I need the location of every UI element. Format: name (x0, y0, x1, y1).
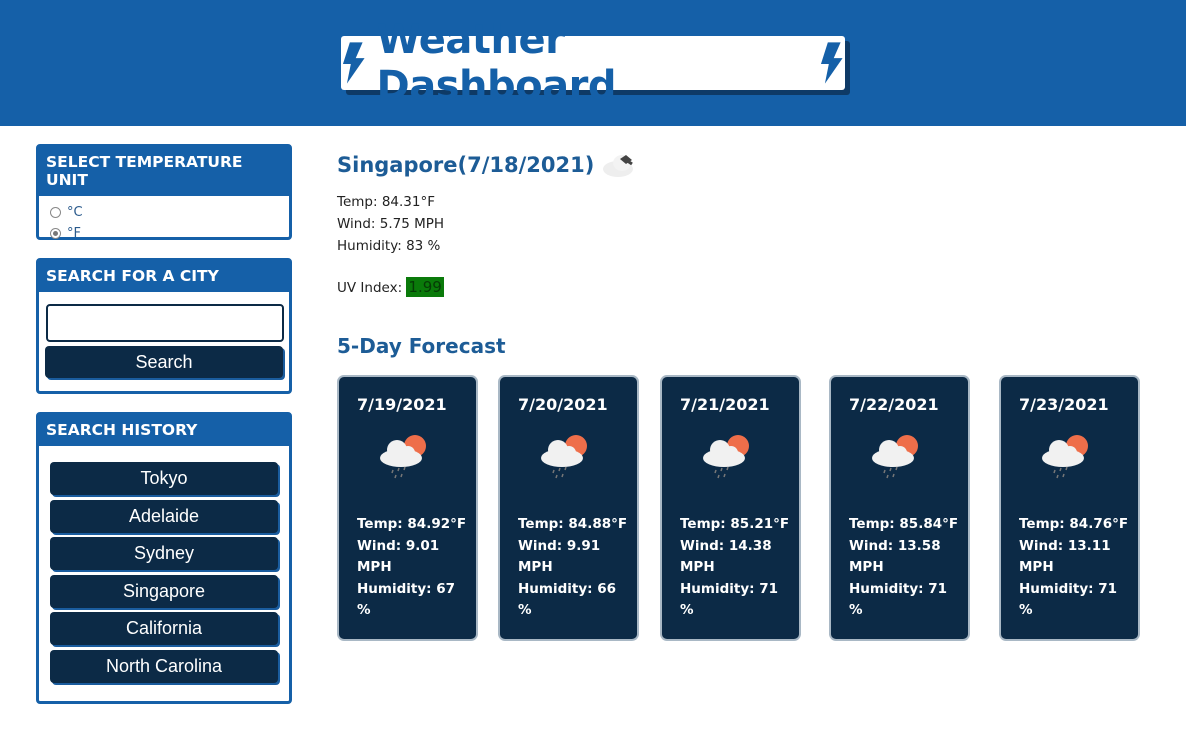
forecast-date: 7/19/2021 (357, 395, 447, 414)
forecast-date: 7/22/2021 (849, 395, 939, 414)
search-history-panel: SEARCH HISTORY Tokyo Adelaide Sydney Sin… (36, 412, 292, 704)
fahrenheit-radio[interactable] (50, 228, 61, 239)
rain-sun-cloud-icon (541, 435, 587, 479)
celsius-radio[interactable] (50, 207, 61, 218)
app-title-box: Weather Dashboard (341, 17, 845, 109)
temperature-unit-heading: SELECT TEMPERATURE UNIT (39, 147, 289, 196)
history-item-north-carolina[interactable]: North Carolina (50, 649, 278, 683)
forecast-card: 7/23/2021 Temp: 84.76°F Wind: 13.11 MPH … (999, 375, 1140, 641)
forecast-stats: Temp: 84.88°F Wind: 9.91 MPH Humidity: 6… (518, 514, 628, 622)
current-temp: Temp: 84.31°F (337, 194, 435, 210)
forecast-temp: Temp: 84.88°F (518, 516, 628, 532)
forecast-wind: Wind: 14.38 MPH (680, 537, 772, 576)
forecast-card: 7/20/2021 Temp: 84.88°F Wind: 9.91 MPH H… (498, 375, 639, 641)
forecast-stats: Temp: 84.76°F Wind: 13.11 MPH Humidity: … (1019, 514, 1129, 622)
search-panel: SEARCH FOR A CITY Search (36, 258, 292, 394)
forecast-stats: Temp: 85.21°F Wind: 14.38 MPH Humidity: … (680, 514, 790, 622)
celsius-label: °C (67, 205, 83, 220)
search-button[interactable]: Search (45, 346, 283, 378)
temperature-unit-panel: SELECT TEMPERATURE UNIT °C °F (36, 144, 292, 241)
current-humidity: Humidity: 83 % (337, 238, 441, 254)
forecast-stats: Temp: 84.92°F Wind: 9.01 MPH Humidity: 6… (357, 514, 467, 622)
rain-sun-cloud-icon (1042, 435, 1088, 479)
lightning-bolt-icon (821, 42, 844, 84)
forecast-wind: Wind: 13.11 MPH (1019, 537, 1111, 576)
unit-option-fahrenheit[interactable]: °F (39, 223, 289, 244)
forecast-wind: Wind: 13.58 MPH (849, 537, 941, 576)
fahrenheit-label: °F (67, 226, 81, 241)
forecast-date: 7/23/2021 (1019, 395, 1109, 414)
uv-index-label: UV Index: (337, 280, 407, 296)
forecast-date: 7/21/2021 (680, 395, 770, 414)
forecast-card: 7/22/2021 Temp: 85.84°F Wind: 13.58 MPH … (829, 375, 970, 641)
forecast-humidity: Humidity: 71 % (849, 580, 948, 619)
forecast-humidity: Humidity: 71 % (680, 580, 779, 619)
forecast-card: 7/19/2021 Temp: 84.92°F Wind: 9.01 MPH H… (337, 375, 478, 641)
forecast-heading: 5-Day Forecast (337, 334, 506, 358)
search-history-heading: SEARCH HISTORY (39, 415, 289, 446)
city-search-input[interactable] (46, 304, 284, 342)
forecast-date: 7/20/2021 (518, 395, 608, 414)
search-history-list: Tokyo Adelaide Sydney Singapore Californ… (39, 446, 289, 697)
unit-option-celsius[interactable]: °C (39, 202, 289, 223)
history-item-sydney[interactable]: Sydney (50, 537, 278, 570)
lightning-bolt-icon (342, 42, 365, 84)
history-item-singapore[interactable]: Singapore (50, 574, 278, 608)
cloud-icon (603, 155, 634, 177)
forecast-temp: Temp: 85.21°F (680, 516, 790, 532)
history-item-adelaide[interactable]: Adelaide (50, 499, 278, 533)
forecast-wind: Wind: 9.91 MPH (518, 537, 601, 576)
header-banner: Weather Dashboard (0, 0, 1186, 126)
search-heading: SEARCH FOR A CITY (39, 261, 289, 292)
forecast-wind: Wind: 9.01 MPH (357, 537, 440, 576)
current-city-date: Singapore(7/18/2021) (337, 153, 595, 177)
history-item-tokyo[interactable]: Tokyo (50, 462, 278, 495)
rain-sun-cloud-icon (872, 435, 918, 479)
current-city-title: Singapore(7/18/2021) (337, 150, 640, 180)
forecast-temp: Temp: 84.76°F (1019, 516, 1129, 532)
uv-index-badge: 1.99 (406, 277, 444, 297)
forecast-humidity: Humidity: 66 % (518, 580, 617, 619)
forecast-stats: Temp: 85.84°F Wind: 13.58 MPH Humidity: … (849, 514, 959, 622)
rain-sun-cloud-icon (703, 435, 749, 479)
forecast-humidity: Humidity: 67 % (357, 580, 456, 619)
history-item-california[interactable]: California (50, 612, 278, 645)
forecast-card: 7/21/2021 Temp: 85.21°F Wind: 14.38 MPH … (660, 375, 801, 641)
app-title: Weather Dashboard (376, 17, 617, 109)
rain-sun-cloud-icon (380, 435, 426, 479)
forecast-temp: Temp: 84.92°F (357, 516, 467, 532)
forecast-temp: Temp: 85.84°F (849, 516, 959, 532)
uv-index-row: UV Index: 1.99 (337, 277, 444, 297)
forecast-humidity: Humidity: 71 % (1019, 580, 1118, 619)
current-wind: Wind: 5.75 MPH (337, 216, 445, 232)
